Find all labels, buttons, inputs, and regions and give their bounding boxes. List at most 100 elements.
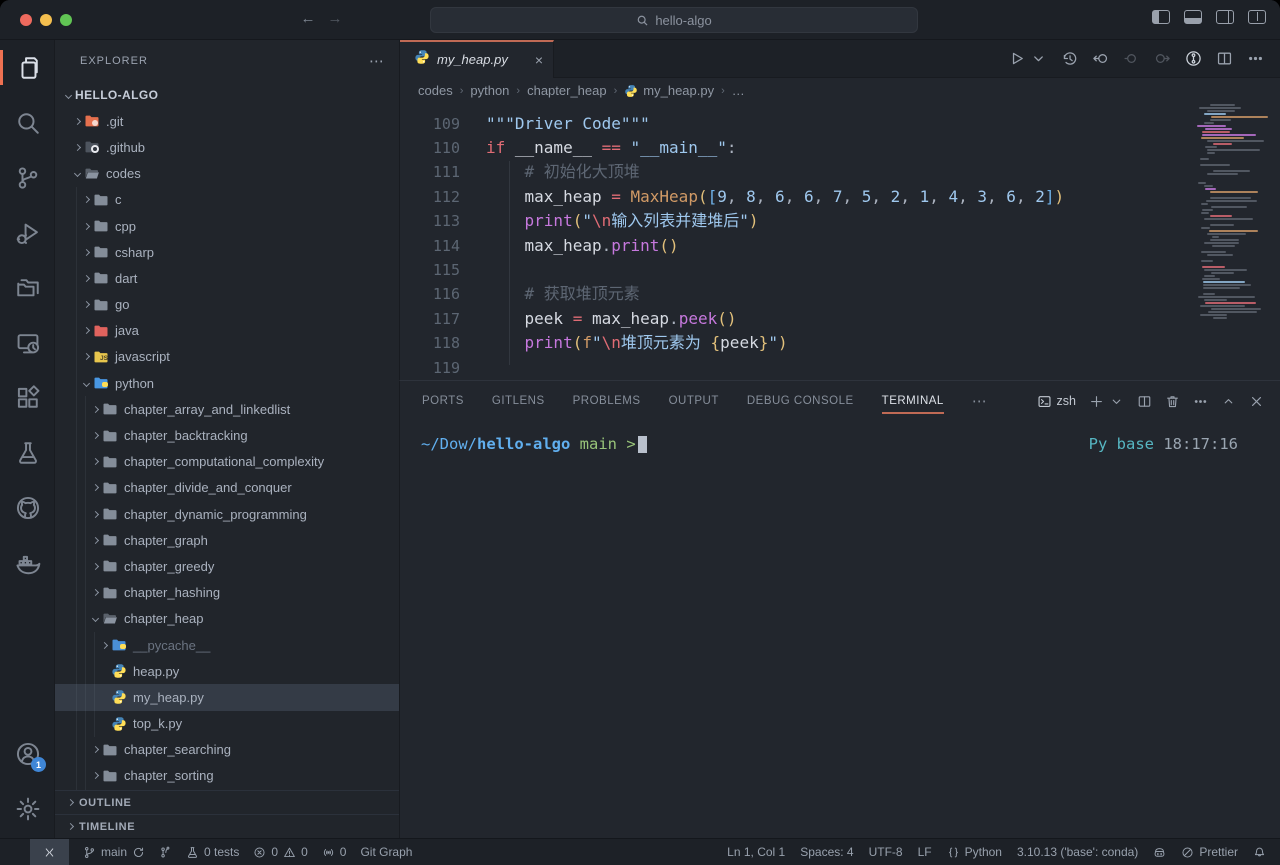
circle-dot-icon[interactable] xyxy=(1123,50,1140,67)
tree-item-cpp[interactable]: cpp xyxy=(55,213,399,239)
activity-extensions[interactable] xyxy=(0,370,55,425)
panel-tab-ports[interactable]: PORTS xyxy=(422,381,464,421)
panel-tab-output[interactable]: OUTPUT xyxy=(669,381,719,421)
tree-item-python[interactable]: python xyxy=(55,370,399,396)
status-tests-status[interactable]: 0 tests xyxy=(186,845,239,859)
command-center-search[interactable]: hello-algo xyxy=(430,7,918,33)
tree-item-chapter-searching[interactable]: chapter_searching xyxy=(55,737,399,763)
toggle-secondary-sidebar-icon[interactable] xyxy=(1216,10,1234,24)
circle-forward-icon[interactable] xyxy=(1154,50,1171,67)
chevron-down-icon[interactable] xyxy=(1109,394,1124,409)
shell-selector[interactable]: zsh xyxy=(1037,394,1076,409)
minimize-traffic-light[interactable] xyxy=(40,14,52,26)
split-editor-icon[interactable] xyxy=(1216,50,1233,67)
status-eol[interactable]: LF xyxy=(918,845,932,859)
panel-tabs-more-icon[interactable]: ⋯ xyxy=(972,381,988,421)
close-tab-icon[interactable]: × xyxy=(535,52,543,68)
tree-item-csharp[interactable]: csharp xyxy=(55,239,399,265)
breadcrumb-item[interactable]: chapter_heap xyxy=(527,83,607,98)
more-icon[interactable] xyxy=(1193,394,1208,409)
status-prettier-status[interactable]: Prettier xyxy=(1181,845,1238,859)
code-editor[interactable]: 109"""Driver Code"""110if __name__ == "_… xyxy=(400,104,1280,380)
panel-tab-terminal[interactable]: TERMINAL xyxy=(882,381,944,421)
zoom-traffic-light[interactable] xyxy=(60,14,72,26)
tree-item-chapter-backtracking[interactable]: chapter_backtracking xyxy=(55,422,399,448)
activity-run-debug[interactable] xyxy=(0,205,55,260)
tree-item-c[interactable]: c xyxy=(55,187,399,213)
split-editor-icon[interactable] xyxy=(1137,394,1152,409)
breadcrumb-item[interactable]: python xyxy=(470,83,509,98)
activity-explorer[interactable] xyxy=(0,40,55,95)
close-icon[interactable] xyxy=(1249,394,1264,409)
circle-back-icon[interactable] xyxy=(1092,50,1109,67)
status-language-mode[interactable]: Python xyxy=(947,845,1002,859)
graph-circle-icon[interactable] xyxy=(1185,50,1202,67)
tree-item-chapter-hashing[interactable]: chapter_hashing xyxy=(55,580,399,606)
tree-item-codes[interactable]: codes xyxy=(55,161,399,187)
tree-item-go[interactable]: go xyxy=(55,292,399,318)
tree-item-chapter-computational-complexity[interactable]: chapter_computational_complexity xyxy=(55,449,399,475)
tree-item--github[interactable]: .github xyxy=(55,134,399,160)
tab-my-heap[interactable]: my_heap.py × xyxy=(400,40,554,78)
activity-search[interactable] xyxy=(0,95,55,150)
toggle-sidebar-icon[interactable] xyxy=(1152,10,1170,24)
trash-icon[interactable] xyxy=(1165,394,1180,409)
activity-docker[interactable] xyxy=(0,535,55,590)
activity-testing[interactable] xyxy=(0,425,55,480)
status-gitlens-status[interactable] xyxy=(159,846,172,859)
tree-item-java[interactable]: java xyxy=(55,318,399,344)
status-python-interpreter[interactable]: 3.10.13 ('base': conda) xyxy=(1017,845,1138,859)
section-timeline[interactable]: TIMELINE xyxy=(55,814,399,838)
tree-item-chapter-greedy[interactable]: chapter_greedy xyxy=(55,553,399,579)
more-icon[interactable] xyxy=(1247,50,1264,67)
tree-item-chapter-graph[interactable]: chapter_graph xyxy=(55,527,399,553)
terminal[interactable]: ~/Dow/hello-algo main > Py base 18:17:16 xyxy=(400,421,1280,453)
status-git-branch[interactable]: main xyxy=(83,845,145,859)
tree-item-chapter-dynamic-programming[interactable]: chapter_dynamic_programming xyxy=(55,501,399,527)
tree-item-hello-algo[interactable]: HELLO-ALGO xyxy=(55,82,399,108)
plus-icon[interactable] xyxy=(1089,394,1104,409)
panel-tab-problems[interactable]: PROBLEMS xyxy=(573,381,641,421)
panel-tab-gitlens[interactable]: GITLENS xyxy=(492,381,545,421)
status-feedback-status[interactable]: 0 xyxy=(322,845,347,859)
tree-item--pycache-[interactable]: __pycache__ xyxy=(55,632,399,658)
tree-item-chapter-sorting[interactable]: chapter_sorting xyxy=(55,763,399,789)
breadcrumb-item[interactable]: my_heap.py xyxy=(624,83,714,98)
forward-arrow-icon[interactable]: → xyxy=(325,10,345,27)
panel-tab-debug-console[interactable]: DEBUG CONSOLE xyxy=(747,381,854,421)
status-copilot-status[interactable] xyxy=(1153,846,1166,859)
activity-remote-explorer[interactable] xyxy=(0,315,55,370)
explorer-more-icon[interactable]: ⋯ xyxy=(369,52,385,70)
status-encoding[interactable]: UTF-8 xyxy=(869,845,903,859)
breadcrumb-item[interactable]: codes xyxy=(418,83,453,98)
status-indentation[interactable]: Spaces: 4 xyxy=(800,845,853,859)
tree-item-top-k-py[interactable]: top_k.py xyxy=(55,711,399,737)
activity-accounts[interactable]: 1 xyxy=(0,726,55,781)
activity-settings[interactable] xyxy=(0,781,55,836)
toggle-panel-icon[interactable] xyxy=(1184,10,1202,24)
status-cursor-position[interactable]: Ln 1, Col 1 xyxy=(727,845,785,859)
history-icon[interactable] xyxy=(1061,50,1078,67)
tree-item-heap-py[interactable]: heap.py xyxy=(55,658,399,684)
tree-item--git[interactable]: .git xyxy=(55,108,399,134)
activity-github[interactable] xyxy=(0,480,55,535)
status-remote-indicator[interactable] xyxy=(30,839,69,865)
activity-source-control[interactable] xyxy=(0,150,55,205)
tree-item-chapter-divide-and-conquer[interactable]: chapter_divide_and_conquer xyxy=(55,475,399,501)
chevron-down-icon[interactable] xyxy=(1030,50,1047,67)
activity-project-manager[interactable] xyxy=(0,260,55,315)
tree-item-chapter-heap[interactable]: chapter_heap xyxy=(55,606,399,632)
tree-item-javascript[interactable]: JSjavascript xyxy=(55,344,399,370)
status-git-graph-status[interactable]: Git Graph xyxy=(360,845,412,859)
tree-item-my-heap-py[interactable]: my_heap.py xyxy=(55,684,399,710)
chevron-up-icon[interactable] xyxy=(1221,394,1236,409)
tree-item-chapter-stack-and-queue[interactable]: chapter_stack_and_queue xyxy=(55,789,399,790)
tree-item-dart[interactable]: dart xyxy=(55,265,399,291)
minimap[interactable] xyxy=(1194,104,1274,334)
breadcrumb-item[interactable]: … xyxy=(732,83,745,98)
customize-layout-icon[interactable] xyxy=(1248,10,1266,24)
run-icon[interactable] xyxy=(1008,50,1025,67)
status-problems-status[interactable]: 00 xyxy=(253,845,307,859)
close-traffic-light[interactable] xyxy=(20,14,32,26)
section-outline[interactable]: OUTLINE xyxy=(55,790,399,814)
